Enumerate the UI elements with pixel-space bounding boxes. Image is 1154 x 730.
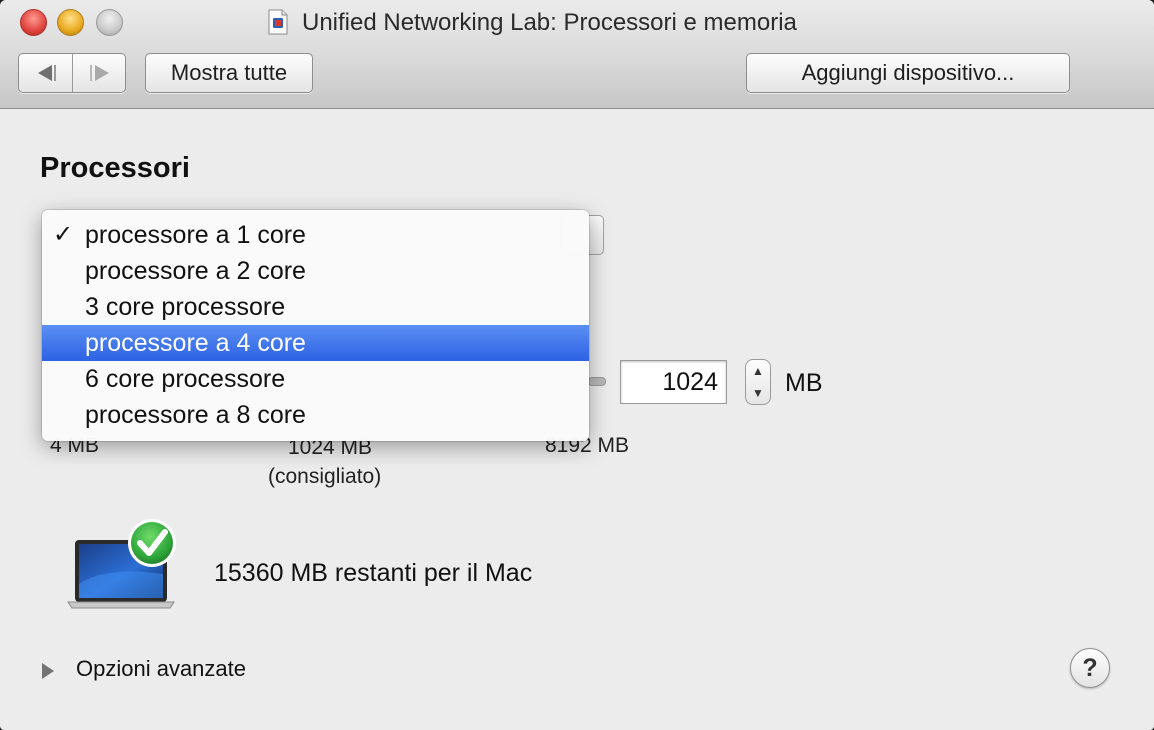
menu-item-label: 6 core processore xyxy=(85,365,286,393)
menu-item-label: processore a 8 core xyxy=(85,401,306,429)
stepper-down-icon[interactable]: ▼ xyxy=(746,382,770,404)
advanced-options-label[interactable]: Opzioni avanzate xyxy=(76,656,246,682)
preferences-window: Unified Networking Lab: Processori e mem… xyxy=(0,0,1154,730)
window-title: Unified Networking Lab: Processori e mem… xyxy=(302,9,797,36)
forward-arrow-icon xyxy=(90,65,109,81)
menu-item-4[interactable]: processore a 4 core xyxy=(42,325,589,361)
back-forward-control xyxy=(18,53,126,93)
menu-item-label: 3 core processore xyxy=(85,293,286,321)
menu-item-3[interactable]: 3 core processore xyxy=(42,289,589,325)
memory-stepper[interactable]: ▲ ▼ xyxy=(745,359,771,405)
processor-menu: ✓ processore a 1 core processore a 2 core 3… xyxy=(42,210,589,441)
menu-item-label: processore a 1 core xyxy=(85,221,306,249)
memory-recommended-note: (consigliato) xyxy=(268,465,382,488)
help-button[interactable]: ? xyxy=(1070,648,1110,688)
disclosure-triangle-icon[interactable] xyxy=(42,663,54,679)
memory-remaining-status: 15360 MB restanti per il Mac xyxy=(214,559,533,587)
checkmark-icon: ✓ xyxy=(53,221,74,248)
stepper-up-icon[interactable]: ▲ xyxy=(746,360,770,382)
forward-button[interactable] xyxy=(73,54,126,92)
menu-item-label: processore a 2 core xyxy=(85,257,306,285)
laptop-icon xyxy=(67,519,176,609)
show-all-button[interactable]: Mostra tutte xyxy=(145,53,313,93)
menu-item-6[interactable]: processore a 8 core xyxy=(42,397,589,433)
close-window-button[interactable] xyxy=(20,9,47,36)
back-button[interactable] xyxy=(19,54,73,92)
memory-slider-track-end[interactable] xyxy=(588,377,606,386)
back-arrow-icon xyxy=(38,65,56,81)
document-icon xyxy=(268,9,288,35)
processors-heading: Processori xyxy=(40,152,190,184)
minimize-window-button[interactable] xyxy=(57,9,84,36)
menu-item-1[interactable]: ✓ processore a 1 core xyxy=(42,217,589,253)
menu-item-2[interactable]: processore a 2 core xyxy=(42,253,589,289)
memory-unit-label: MB xyxy=(785,369,823,397)
menu-item-5[interactable]: 6 core processore xyxy=(42,361,589,397)
menu-item-label: processore a 4 core xyxy=(85,329,306,357)
zoom-window-button[interactable] xyxy=(96,9,123,36)
memory-value-field[interactable]: 1024 xyxy=(620,360,727,404)
add-device-button[interactable]: Aggiungi dispositivo... xyxy=(746,53,1070,93)
title-bar: Unified Networking Lab: Processori e mem… xyxy=(0,0,1154,109)
